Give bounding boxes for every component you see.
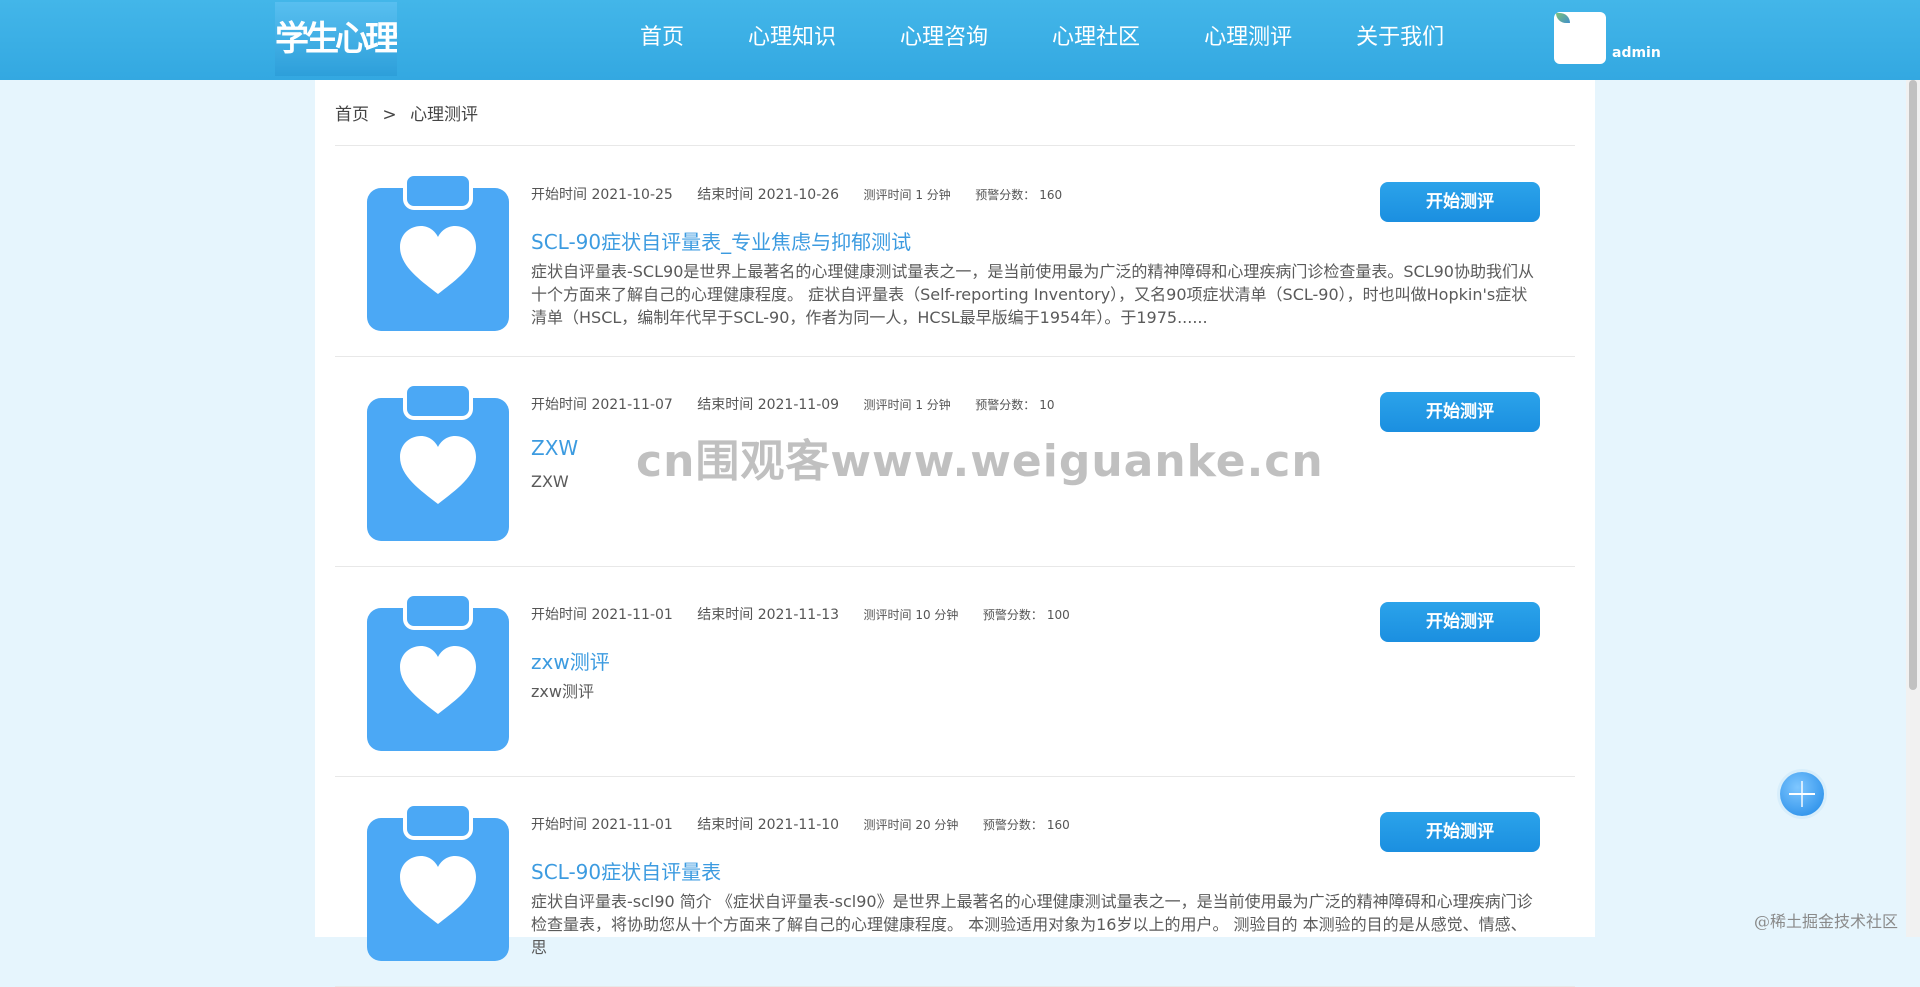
- assessment-title[interactable]: SCL-90症状自评量表: [531, 856, 721, 885]
- start-time: 开始时间 2021-11-07: [531, 397, 673, 413]
- end-time: 结束时间 2021-11-09: [697, 397, 840, 413]
- float-action-icon[interactable]: [1780, 772, 1824, 816]
- warning-label: 预警分数：: [982, 818, 1043, 832]
- assessment-meta: 开始时间 2021-11-01 结束时间 2021-11-13 测评时间 10 …: [531, 604, 1090, 624]
- main-content: 首页 > 心理测评 开始时间 2021-10-25 结束时间 2021-10-2…: [315, 80, 1595, 987]
- top-navbar: 学生心理健康 首页 心理知识 心理咨询 心理社区 心理测评 关于我们 admin: [0, 0, 1920, 80]
- duration: 测评时间 10 分钟: [863, 608, 959, 622]
- nav-community[interactable]: 心理社区: [1052, 19, 1140, 51]
- nav-home[interactable]: 首页: [640, 19, 684, 51]
- warning-score: 10: [1039, 398, 1055, 412]
- breadcrumb-current: 心理测评: [410, 105, 479, 125]
- watermark-text: cn围观客www.weiguanke.cn: [636, 436, 1324, 487]
- assessment-card: 开始时间 2021-11-01 结束时间 2021-11-10 测评时间 20 …: [335, 776, 1575, 987]
- start-assessment-button[interactable]: 开始测评: [1380, 602, 1540, 642]
- duration: 测评时间 20 分钟: [863, 818, 959, 832]
- duration: 测评时间 1 分钟: [863, 398, 951, 412]
- breadcrumb-separator: >: [382, 105, 397, 125]
- scrollbar-thumb[interactable]: [1909, 80, 1917, 690]
- assessment-title[interactable]: ZXW: [531, 436, 578, 460]
- warning-score: 100: [1046, 608, 1070, 622]
- end-time: 结束时间 2021-11-10: [697, 817, 840, 833]
- warning-label: 预警分数：: [975, 398, 1036, 412]
- assessment-title[interactable]: SCL-90症状自评量表_专业焦虑与抑郁测试: [531, 226, 911, 255]
- assessment-meta: 开始时间 2021-10-25 结束时间 2021-10-26 测评时间 1 分…: [531, 184, 1082, 204]
- assessment-title[interactable]: zxw测评: [531, 646, 610, 675]
- assessment-meta: 开始时间 2021-11-01 结束时间 2021-11-10 测评时间 20 …: [531, 814, 1090, 834]
- end-time: 结束时间 2021-10-26: [697, 187, 840, 203]
- warning-label: 预警分数：: [975, 188, 1036, 202]
- nav-about[interactable]: 关于我们: [1356, 19, 1444, 51]
- duration: 测评时间 1 分钟: [863, 188, 951, 202]
- assessment-card: 开始时间 2021-10-25 结束时间 2021-10-26 测评时间 1 分…: [335, 146, 1575, 357]
- assessment-description: 症状自评量表-scl90 简介 《症状自评量表-scl90》是世界上最著名的心理…: [531, 892, 1533, 957]
- nav-assessment[interactable]: 心理测评: [1204, 19, 1292, 51]
- start-assessment-button[interactable]: 开始测评: [1380, 812, 1540, 852]
- user-avatar[interactable]: [1554, 12, 1606, 64]
- corner-watermark: @稀土掘金技术社区: [1754, 912, 1899, 931]
- page-scrollbar[interactable]: [1906, 80, 1920, 937]
- clipboard-heart-icon[interactable]: [367, 384, 509, 541]
- warning-score: 160: [1046, 818, 1070, 832]
- start-time: 开始时间 2021-10-25: [531, 187, 673, 203]
- clipboard-heart-icon[interactable]: [367, 804, 509, 961]
- nav-consulting[interactable]: 心理咨询: [900, 19, 988, 51]
- assessment-meta: 开始时间 2021-11-07 结束时间 2021-11-09 测评时间 1 分…: [531, 394, 1075, 414]
- main-nav: 首页 心理知识 心理咨询 心理社区 心理测评 关于我们: [640, 0, 1508, 70]
- start-assessment-button[interactable]: 开始测评: [1380, 182, 1540, 222]
- start-time: 开始时间 2021-11-01: [531, 817, 673, 833]
- end-time: 结束时间 2021-11-13: [697, 607, 840, 623]
- warning-score: 160: [1039, 188, 1063, 202]
- start-assessment-button[interactable]: 开始测评: [1380, 392, 1540, 432]
- assessment-card: 开始时间 2021-11-01 结束时间 2021-11-13 测评时间 10 …: [335, 566, 1575, 777]
- breadcrumb: 首页 > 心理测评: [335, 100, 478, 125]
- nav-knowledge[interactable]: 心理知识: [748, 19, 836, 51]
- site-logo[interactable]: 学生心理健康: [275, 2, 397, 76]
- clipboard-heart-icon[interactable]: [367, 594, 509, 751]
- avatar-image-icon: [1556, 13, 1570, 23]
- clipboard-heart-icon[interactable]: [367, 174, 509, 331]
- start-time: 开始时间 2021-11-01: [531, 607, 673, 623]
- warning-label: 预警分数：: [982, 608, 1043, 622]
- assessment-description: 症状自评量表-SCL90是世界上最著名的心理健康测试量表之一，是当前使用最为广泛…: [531, 262, 1534, 327]
- assessment-description: zxw测评: [531, 682, 594, 701]
- username-label[interactable]: admin: [1612, 45, 1661, 61]
- breadcrumb-home[interactable]: 首页: [335, 105, 369, 125]
